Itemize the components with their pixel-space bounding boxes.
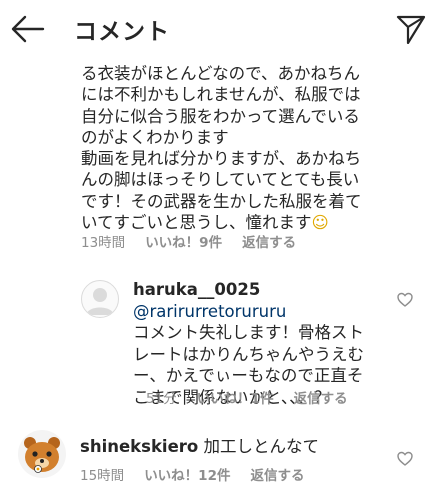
likes-count-link[interactable]: いいね！1件 bbox=[197, 387, 274, 407]
header-bar: コメント bbox=[0, 0, 439, 58]
comment-text: shinekskiero 加工しとんなて bbox=[80, 433, 319, 457]
like-button[interactable] bbox=[397, 451, 413, 467]
mention-link[interactable]: @rarirurretorururu bbox=[133, 302, 286, 321]
likes-count-link[interactable]: いいね！9件 bbox=[145, 231, 222, 251]
comment-line: ー、かえでぃーもなので正直そ bbox=[133, 366, 364, 385]
comment-meta: 13時間 いいね！9件 返信する bbox=[81, 231, 316, 251]
comment-line: んの脚はほっそりしていてとても長い bbox=[81, 170, 360, 190]
bear-character-icon bbox=[24, 437, 60, 473]
likes-count-link[interactable]: いいね！12件 bbox=[144, 464, 230, 484]
comment-line: 自分に似合う服をわかって選んでいる bbox=[81, 106, 360, 126]
username-link[interactable]: haruka__0025 bbox=[133, 280, 260, 299]
comment-line: レートはかりんちゃんやうえむ bbox=[133, 344, 364, 364]
comment-header: haruka__0025 @rarirurretorururu bbox=[133, 279, 383, 322]
arrow-left-icon bbox=[11, 15, 45, 43]
page-title: コメント bbox=[74, 19, 170, 45]
reply-button[interactable]: 返信する bbox=[250, 464, 304, 484]
default-user-icon bbox=[86, 288, 114, 315]
reply-button[interactable]: 返信する bbox=[294, 387, 348, 407]
comment-time: 13時間 bbox=[81, 235, 126, 251]
avatar[interactable] bbox=[18, 430, 66, 478]
comment-time: 15時間 bbox=[80, 468, 125, 484]
comment-line: 動画を見れば分かりますが、あかねち bbox=[81, 149, 362, 169]
avatar[interactable] bbox=[81, 280, 119, 318]
reply-button[interactable]: 返信する bbox=[242, 231, 296, 251]
comment-line: コメント失礼します！骨格スト bbox=[133, 323, 364, 342]
share-button[interactable] bbox=[396, 14, 426, 45]
comment-line: のがよくわかります bbox=[81, 127, 229, 147]
comment-meta: 51分 いいね！1件 返信する bbox=[146, 387, 368, 407]
comment-line: です！その武器を生かした私服を着て bbox=[81, 191, 362, 211]
username-link[interactable]: shinekskiero bbox=[80, 437, 198, 456]
comment-line: る衣装がほとんどなので、あかねちん bbox=[81, 64, 361, 83]
comment-meta: 15時間 いいね！12件 返信する bbox=[80, 464, 324, 484]
comment-line: には不利かもしれませんが、私服では bbox=[81, 85, 361, 105]
send-icon bbox=[396, 15, 426, 45]
back-button[interactable] bbox=[10, 12, 46, 46]
comment-time: 51分 bbox=[146, 391, 177, 407]
heart-icon bbox=[397, 451, 413, 466]
like-button[interactable] bbox=[397, 292, 413, 308]
smile-emoji-icon: ☺ bbox=[311, 213, 329, 233]
heart-icon bbox=[397, 292, 413, 307]
comment-text: る衣装がほとんどなので、あかねちん には不利かもしれませんが、私服では 自分に似… bbox=[81, 63, 426, 233]
comment-body: 加工しとんなて bbox=[203, 437, 320, 456]
